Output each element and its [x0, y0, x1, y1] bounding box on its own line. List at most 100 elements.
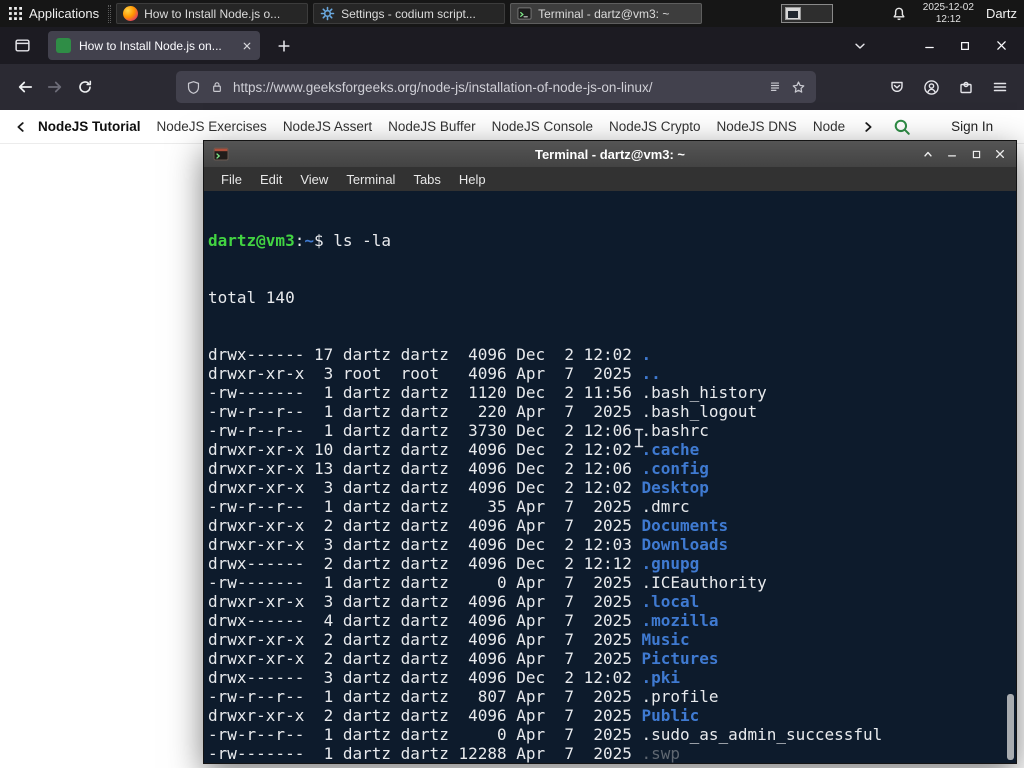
total-line: total 140 — [208, 288, 295, 307]
terminal-line: drwxr-xr-x 3 dartz dartz 4096 Dec 2 12:0… — [208, 478, 709, 497]
sign-in-button[interactable]: Sign In — [951, 119, 993, 134]
browser-tab[interactable]: How to Install Node.js on... — [48, 31, 260, 60]
terminal-shade-icon[interactable] — [921, 147, 935, 161]
new-tab-button[interactable] — [270, 32, 298, 60]
url-text[interactable]: https://www.geeksforgeeks.org/node-js/in… — [233, 80, 759, 95]
browser-maximize-button[interactable] — [950, 33, 980, 59]
forward-icon[interactable] — [40, 70, 70, 104]
terminal-line: drwxr-xr-x 3 root root 4096 Apr 7 2025 .… — [208, 364, 661, 383]
terminal-line: drwxr-xr-x 2 dartz dartz 4096 Apr 7 2025… — [208, 516, 729, 535]
terminal-line: drwx------ 2 dartz dartz 4096 Dec 2 12:1… — [208, 554, 700, 573]
command-text: ls -la — [333, 231, 392, 250]
sitenav-item-assert[interactable]: NodeJS Assert — [283, 119, 372, 134]
terminal-listing: drwx------ 17 dartz dartz 4096 Dec 2 12:… — [208, 345, 1016, 763]
terminal-line: -rw-r--r-- 1 dartz dartz 35 Apr 7 2025 .… — [208, 497, 690, 516]
tab-title: How to Install Node.js on... — [79, 38, 222, 53]
terminal-icon — [517, 6, 532, 21]
reader-view-icon[interactable] — [768, 80, 782, 94]
menu-help[interactable]: Help — [450, 172, 495, 187]
terminal-line: drwxr-xr-x 3 dartz dartz 4096 Dec 2 12:0… — [208, 535, 729, 554]
terminal-line: drwx------ 4 dartz dartz 4096 Apr 7 2025… — [208, 611, 719, 630]
url-bar[interactable]: https://www.geeksforgeeks.org/node-js/in… — [176, 71, 816, 103]
terminal-close-icon[interactable] — [993, 147, 1007, 161]
notification-bell-icon[interactable] — [891, 6, 907, 22]
reload-icon[interactable] — [70, 70, 100, 104]
account-icon[interactable] — [923, 79, 940, 96]
tab-close-icon[interactable] — [242, 41, 252, 51]
menu-view[interactable]: View — [291, 172, 337, 187]
terminal-line: -rw-r--r-- 1 dartz dartz 0 Apr 7 2025 .s… — [208, 725, 883, 744]
pocket-icon[interactable] — [889, 79, 905, 96]
browser-minimize-button[interactable] — [914, 33, 944, 59]
list-all-tabs-icon[interactable] — [846, 32, 874, 60]
terminal-line: -rw------- 1 dartz dartz 12288 Apr 7 202… — [208, 744, 681, 763]
terminal-scrollbar-thumb[interactable] — [1007, 694, 1014, 760]
back-icon[interactable] — [10, 70, 40, 104]
terminal-maximize-icon[interactable] — [969, 147, 983, 161]
menu-tabs[interactable]: Tabs — [404, 172, 449, 187]
sitenav-item-truncated[interactable]: Node — [813, 119, 845, 134]
clock-time: 12:12 — [935, 13, 961, 25]
terminal-line: -rw------- 1 dartz dartz 1120 Dec 2 11:5… — [208, 383, 767, 402]
taskbar-window-settings[interactable]: Settings - codium script... — [313, 3, 506, 24]
site-category-nav: NodeJS Tutorial NodeJS Exercises NodeJS … — [0, 110, 1024, 144]
browser-tab-bar: How to Install Node.js on... — [0, 27, 1024, 64]
applications-menu-button[interactable]: Applications — [5, 4, 107, 23]
terminal-titlebar[interactable]: Terminal - dartz@vm3: ~ — [204, 141, 1016, 167]
terminal-line: -rw-r--r-- 1 dartz dartz 807 Apr 7 2025 … — [208, 687, 719, 706]
terminal-line: drwxr-xr-x 3 dartz dartz 4096 Apr 7 2025… — [208, 592, 700, 611]
terminal-line: drwx------ 3 dartz dartz 4096 Dec 2 12:0… — [208, 668, 681, 687]
extensions-puzzle-icon[interactable] — [958, 79, 974, 96]
terminal-menubar: File Edit View Terminal Tabs Help — [204, 167, 1016, 191]
panel-username[interactable]: Dartz — [986, 6, 1017, 21]
tracking-shield-icon[interactable] — [186, 80, 201, 95]
terminal-window-controls — [921, 147, 1007, 161]
terminal-line: drwxr-xr-x 10 dartz dartz 4096 Dec 2 12:… — [208, 440, 700, 459]
terminal-line: drwxr-xr-x 2 dartz dartz 4096 Apr 7 2025… — [208, 706, 700, 725]
sitenav-item-console[interactable]: NodeJS Console — [492, 119, 593, 134]
menu-terminal[interactable]: Terminal — [337, 172, 404, 187]
taskbar-window-firefox[interactable]: How to Install Node.js o... — [116, 3, 309, 24]
browser-close-button[interactable] — [986, 33, 1016, 59]
terminal-title: Terminal - dartz@vm3: ~ — [534, 146, 686, 162]
firefox-icon — [123, 6, 139, 21]
search-icon[interactable] — [893, 118, 911, 136]
applications-menu-label: Applications — [29, 6, 100, 21]
lock-icon[interactable] — [210, 80, 224, 94]
terminal-line: -rw-r--r-- 1 dartz dartz 3730 Dec 2 12:0… — [208, 421, 709, 440]
tab-favicon — [56, 38, 71, 53]
terminal-line: -rw------- 1 dartz dartz 0 Apr 7 2025 .I… — [208, 573, 767, 592]
terminal-screen[interactable]: dartz@vm3:~$ ls -la total 140 drwx------… — [204, 191, 1016, 763]
sitenav-item-exercises[interactable]: NodeJS Exercises — [157, 119, 267, 134]
menu-edit[interactable]: Edit — [251, 172, 291, 187]
terminal-line: drwxr-xr-x 2 dartz dartz 4096 Apr 7 2025… — [208, 649, 719, 668]
terminal-line: drwxr-xr-x 13 dartz dartz 4096 Dec 2 12:… — [208, 459, 709, 478]
sitenav-item-crypto[interactable]: NodeJS Crypto — [609, 119, 701, 134]
terminal-line: -rw-r--r-- 1 dartz dartz 220 Apr 7 2025 … — [208, 402, 758, 421]
workspace-switcher[interactable] — [780, 4, 833, 23]
toolbar-right-icons — [889, 79, 1008, 96]
sitenav-item-buffer[interactable]: NodeJS Buffer — [388, 119, 476, 134]
terminal-window: Terminal - dartz@vm3: ~ File Edit View T… — [203, 140, 1017, 764]
bookmark-star-icon[interactable] — [791, 80, 806, 95]
terminal-window-icon — [213, 146, 229, 162]
prompt-line: dartz@vm3:~$ ls -la — [208, 231, 392, 250]
terminal-minimize-icon[interactable] — [945, 147, 959, 161]
nav-scroll-left-icon[interactable] — [14, 120, 28, 134]
sitenav-item-dns[interactable]: NodeJS DNS — [717, 119, 797, 134]
applications-grid-icon — [9, 7, 22, 20]
sitenav-item-tutorial[interactable]: NodeJS Tutorial — [38, 119, 141, 134]
clock-date: 2025-12-02 — [922, 1, 974, 13]
firefox-view-icon[interactable] — [8, 32, 36, 60]
desktop-panel: Applications How to Install Node.js o...… — [0, 0, 1024, 27]
terminal-line: drwxr-xr-x 2 dartz dartz 4096 Apr 7 2025… — [208, 630, 690, 649]
mouse-ibeam-cursor — [633, 428, 645, 448]
terminal-line: drwx------ 17 dartz dartz 4096 Dec 2 12:… — [208, 345, 652, 364]
menu-hamburger-icon[interactable] — [992, 79, 1008, 96]
browser-toolbar: https://www.geeksforgeeks.org/node-js/in… — [0, 64, 1024, 110]
taskbar-window-terminal[interactable]: Terminal - dartz@vm3: ~ — [510, 3, 703, 24]
nav-scroll-right-icon[interactable] — [861, 120, 875, 134]
settings-gear-icon — [320, 6, 335, 21]
panel-clock[interactable]: 2025-12-02 12:12 — [923, 2, 974, 26]
menu-file[interactable]: File — [212, 172, 251, 187]
